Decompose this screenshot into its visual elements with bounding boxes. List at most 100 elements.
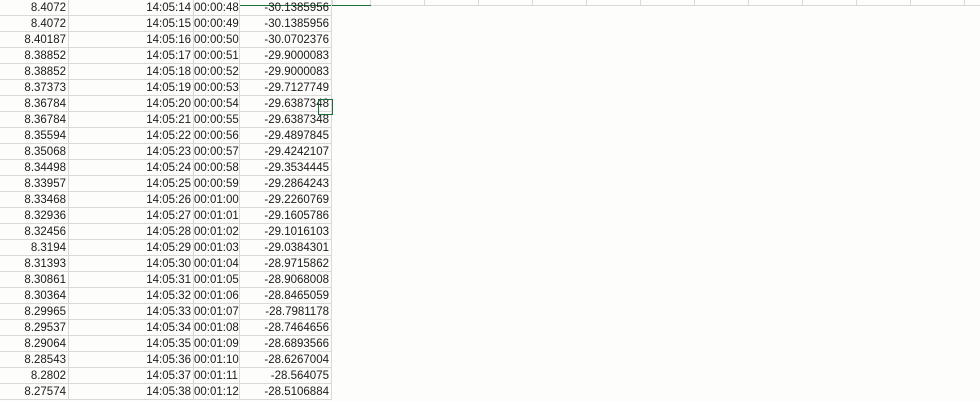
clock-time-cell[interactable]: 14:05:35 <box>69 336 194 352</box>
reading-cell[interactable]: -28.9068008 <box>240 272 332 288</box>
empty-grid-row[interactable] <box>332 0 980 6</box>
elapsed-time-cell[interactable]: 00:00:48 <box>194 0 240 16</box>
value-cell[interactable]: 8.37373 <box>0 80 69 96</box>
reading-cell[interactable]: -29.9000083 <box>240 48 332 64</box>
reading-cell[interactable]: -28.9715862 <box>240 256 332 272</box>
clock-time-cell[interactable]: 14:05:23 <box>69 144 194 160</box>
elapsed-time-cell[interactable]: 00:01:01 <box>194 208 240 224</box>
clock-time-cell[interactable]: 14:05:18 <box>69 64 194 80</box>
reading-cell[interactable]: -28.7981178 <box>240 304 332 320</box>
elapsed-time-cell[interactable]: 00:00:53 <box>194 80 240 96</box>
elapsed-time-cell[interactable]: 00:01:04 <box>194 256 240 272</box>
elapsed-time-cell[interactable]: 00:00:58 <box>194 160 240 176</box>
clock-time-cell[interactable]: 14:05:22 <box>69 128 194 144</box>
value-cell[interactable]: 8.29537 <box>0 320 69 336</box>
value-cell[interactable]: 8.30364 <box>0 288 69 304</box>
value-cell[interactable]: 8.40187 <box>0 32 69 48</box>
clock-time-cell[interactable]: 14:05:34 <box>69 320 194 336</box>
clock-time-cell[interactable]: 14:05:32 <box>69 288 194 304</box>
value-cell[interactable]: 8.35594 <box>0 128 69 144</box>
clock-time-cell[interactable]: 14:05:21 <box>69 112 194 128</box>
clock-time-cell[interactable]: 14:05:14 <box>69 0 194 16</box>
value-cell[interactable]: 8.38852 <box>0 48 69 64</box>
clock-time-cell[interactable]: 14:05:37 <box>69 368 194 384</box>
value-cell[interactable]: 8.3194 <box>0 240 69 256</box>
clock-time-cell[interactable]: 14:05:20 <box>69 96 194 112</box>
clock-time-cell[interactable]: 14:05:25 <box>69 176 194 192</box>
reading-cell[interactable]: -28.6893566 <box>240 336 332 352</box>
value-cell[interactable]: 8.29064 <box>0 336 69 352</box>
clock-time-cell[interactable]: 14:05:36 <box>69 352 194 368</box>
clock-time-cell[interactable]: 14:05:31 <box>69 272 194 288</box>
elapsed-time-cell[interactable]: 00:00:52 <box>194 64 240 80</box>
value-cell[interactable]: 8.33957 <box>0 176 69 192</box>
clock-time-cell[interactable]: 14:05:16 <box>69 32 194 48</box>
reading-cell[interactable]: -28.564075 <box>240 368 332 384</box>
clock-time-cell[interactable]: 14:05:28 <box>69 224 194 240</box>
value-cell[interactable]: 8.28543 <box>0 352 69 368</box>
elapsed-time-cell[interactable]: 00:00:59 <box>194 176 240 192</box>
reading-cell[interactable]: -29.2260769 <box>240 192 332 208</box>
clock-time-cell[interactable]: 14:05:29 <box>69 240 194 256</box>
value-cell[interactable]: 8.38852 <box>0 64 69 80</box>
value-cell[interactable]: 8.31393 <box>0 256 69 272</box>
value-cell[interactable]: 8.33468 <box>0 192 69 208</box>
elapsed-time-cell[interactable]: 00:01:02 <box>194 224 240 240</box>
value-cell[interactable]: 8.32456 <box>0 224 69 240</box>
reading-cell[interactable]: -29.4897845 <box>240 128 332 144</box>
elapsed-time-cell[interactable]: 00:00:55 <box>194 112 240 128</box>
elapsed-time-cell[interactable]: 00:01:12 <box>194 384 240 400</box>
clock-time-cell[interactable]: 14:05:17 <box>69 48 194 64</box>
reading-cell[interactable]: -30.0702376 <box>240 32 332 48</box>
elapsed-time-cell[interactable]: 00:00:57 <box>194 144 240 160</box>
reading-cell[interactable]: -30.1385956 <box>240 0 332 16</box>
reading-cell[interactable]: -28.8465059 <box>240 288 332 304</box>
elapsed-time-cell[interactable]: 00:00:50 <box>194 32 240 48</box>
value-cell[interactable]: 8.35068 <box>0 144 69 160</box>
elapsed-time-cell[interactable]: 00:01:08 <box>194 320 240 336</box>
elapsed-time-cell[interactable]: 00:00:51 <box>194 48 240 64</box>
elapsed-time-cell[interactable]: 00:00:54 <box>194 96 240 112</box>
clock-time-cell[interactable]: 14:05:27 <box>69 208 194 224</box>
clock-time-cell[interactable]: 14:05:38 <box>69 384 194 400</box>
elapsed-time-cell[interactable]: 00:01:06 <box>194 288 240 304</box>
value-cell[interactable]: 8.30861 <box>0 272 69 288</box>
reading-cell[interactable]: -29.0384301 <box>240 240 332 256</box>
elapsed-time-cell[interactable]: 00:01:07 <box>194 304 240 320</box>
elapsed-time-cell[interactable]: 00:00:49 <box>194 16 240 32</box>
elapsed-time-cell[interactable]: 00:01:00 <box>194 192 240 208</box>
selected-cell[interactable] <box>318 99 333 115</box>
elapsed-time-cell[interactable]: 00:01:09 <box>194 336 240 352</box>
reading-cell[interactable]: -28.7464656 <box>240 320 332 336</box>
reading-cell[interactable]: -28.5106884 <box>240 384 332 400</box>
value-cell[interactable]: 8.34498 <box>0 160 69 176</box>
clock-time-cell[interactable]: 14:05:26 <box>69 192 194 208</box>
elapsed-time-cell[interactable]: 00:01:03 <box>194 240 240 256</box>
value-cell[interactable]: 8.4072 <box>0 0 69 16</box>
value-cell[interactable]: 8.27574 <box>0 384 69 400</box>
value-cell[interactable]: 8.4072 <box>0 16 69 32</box>
clock-time-cell[interactable]: 14:05:30 <box>69 256 194 272</box>
spreadsheet-grid[interactable]: 8.4072 14:05:14 00:00:48 -30.1385956 8.4072 1… <box>0 0 980 402</box>
elapsed-time-cell[interactable]: 00:01:11 <box>194 368 240 384</box>
value-cell[interactable]: 8.32936 <box>0 208 69 224</box>
elapsed-time-cell[interactable]: 00:01:10 <box>194 352 240 368</box>
clock-time-cell[interactable]: 14:05:24 <box>69 160 194 176</box>
clock-time-cell[interactable]: 14:05:19 <box>69 80 194 96</box>
reading-cell[interactable]: -29.3534445 <box>240 160 332 176</box>
elapsed-time-cell[interactable]: 00:00:56 <box>194 128 240 144</box>
clock-time-cell[interactable]: 14:05:33 <box>69 304 194 320</box>
value-cell[interactable]: 8.29965 <box>0 304 69 320</box>
reading-cell[interactable]: -29.1605786 <box>240 208 332 224</box>
value-cell[interactable]: 8.36784 <box>0 112 69 128</box>
reading-cell[interactable]: -29.9000083 <box>240 64 332 80</box>
reading-cell[interactable]: -29.2864243 <box>240 176 332 192</box>
clock-time-cell[interactable]: 14:05:15 <box>69 16 194 32</box>
value-cell[interactable]: 8.2802 <box>0 368 69 384</box>
reading-cell[interactable]: -30.1385956 <box>240 16 332 32</box>
reading-cell[interactable]: -29.1016103 <box>240 224 332 240</box>
value-cell[interactable]: 8.36784 <box>0 96 69 112</box>
elapsed-time-cell[interactable]: 00:01:05 <box>194 272 240 288</box>
reading-cell[interactable]: -28.6267004 <box>240 352 332 368</box>
reading-cell[interactable]: -29.7127749 <box>240 80 332 96</box>
